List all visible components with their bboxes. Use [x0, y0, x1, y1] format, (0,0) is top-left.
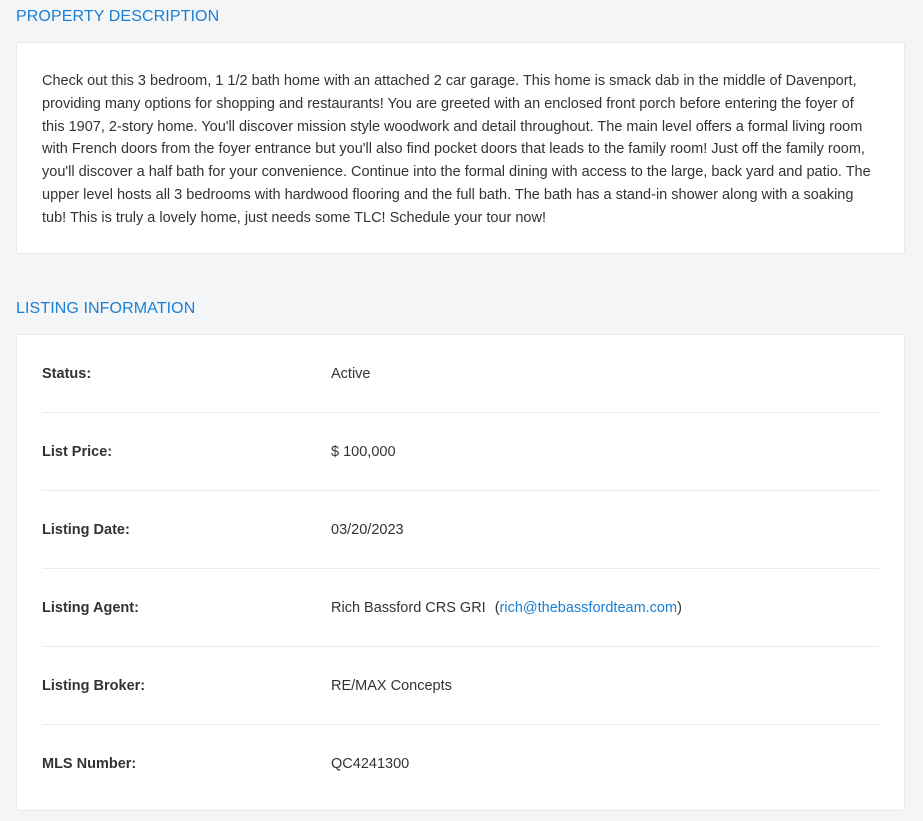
list-price-row: List Price: $ 100,000 — [42, 413, 879, 491]
listing-broker-row: Listing Broker: RE/MAX Concepts — [42, 647, 879, 725]
listing-agent-label: Listing Agent: — [42, 599, 139, 616]
listing-agent-row: Listing Agent: Rich Bassford CRS GRI (ric… — [42, 569, 879, 647]
mls-number-row: MLS Number: QC4241300 — [42, 725, 879, 803]
listing-agent-email-link[interactable]: rich@thebassfordteam.com — [500, 600, 678, 616]
listing-date-label: Listing Date: — [42, 521, 130, 538]
listing-agent-value: Rich Bassford CRS GRI (rich@thebassfordte… — [331, 600, 682, 616]
listing-page: PROPERTY DESCRIPTION Check out this 3 be… — [0, 0, 923, 821]
list-price-value: $ 100,000 — [331, 443, 396, 460]
mls-number-value: QC4241300 — [331, 756, 410, 772]
listing-broker-label: Listing Broker: — [42, 677, 146, 694]
property-description-text: Check out this 3 bedroom, 1 1/2 bath hom… — [42, 73, 871, 226]
status-label: Status: — [42, 365, 92, 382]
property-description-card: Check out this 3 bedroom, 1 1/2 bath hom… — [16, 42, 905, 254]
listing-information-card: Status: Active List Price: $ 100,000 Lis… — [16, 334, 905, 811]
listing-agent-name: Rich Bassford CRS GRI — [331, 599, 486, 616]
listing-broker-value: RE/MAX Concepts — [331, 677, 452, 694]
list-price-label: List Price: — [42, 443, 113, 460]
status-value: Active — [331, 365, 371, 382]
property-description-heading: PROPERTY DESCRIPTION — [16, 8, 220, 25]
listing-date-row: Listing Date: 03/20/2023 — [42, 491, 879, 569]
status-row: Status: Active — [42, 335, 879, 413]
mls-number-label: MLS Number: — [42, 756, 137, 772]
listing-information-heading: LISTING INFORMATION — [16, 300, 196, 317]
listing-date-value: 03/20/2023 — [331, 521, 404, 538]
listing-agent-email-wrapper: (rich@thebassfordteam.com) — [494, 599, 682, 616]
